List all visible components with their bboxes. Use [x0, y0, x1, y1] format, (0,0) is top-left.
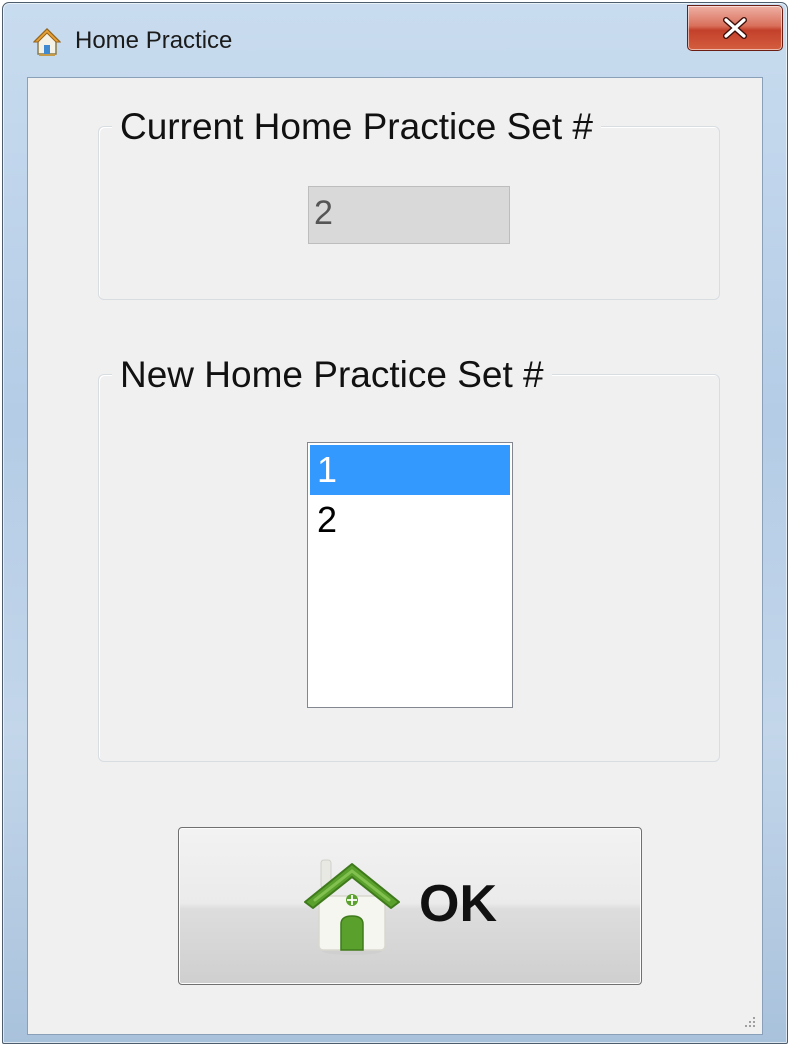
current-set-field: 2 — [308, 186, 510, 244]
house-icon — [33, 27, 61, 56]
ok-button-label: OK — [419, 875, 497, 933]
list-item[interactable]: 1 — [310, 445, 510, 495]
home-practice-window: Home Practice Current Home Practice Set … — [2, 2, 788, 1044]
close-icon — [723, 17, 747, 39]
ok-button[interactable]: OK — [178, 827, 642, 985]
window-title: Home Practice — [75, 27, 233, 54]
resize-grip[interactable] — [740, 1012, 758, 1030]
dialog-body: Current Home Practice Set # 2 New Home P… — [27, 77, 763, 1035]
new-set-listbox[interactable]: 1 2 — [307, 442, 513, 708]
title-bar[interactable]: Home Practice — [3, 3, 787, 77]
close-button[interactable] — [687, 5, 783, 51]
current-set-label: Current Home Practice Set # — [112, 106, 601, 148]
new-set-label: New Home Practice Set # — [112, 354, 552, 396]
house-icon — [304, 859, 400, 955]
list-item[interactable]: 2 — [310, 495, 510, 545]
